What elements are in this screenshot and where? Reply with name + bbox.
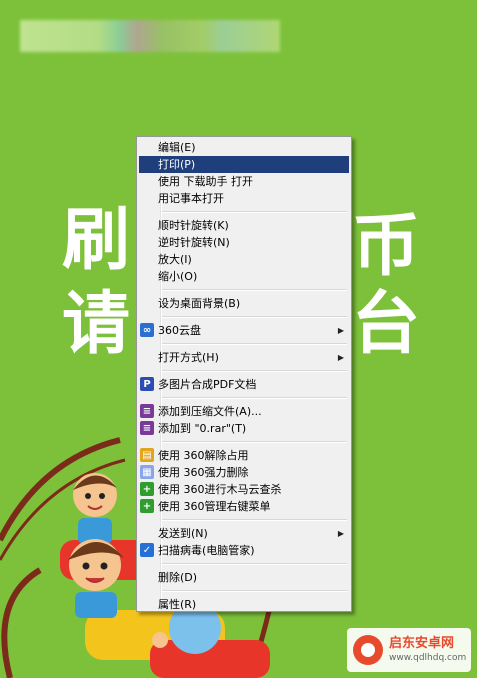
menu-item-label: 使用 360管理右键菜单 bbox=[158, 500, 271, 513]
menu-item-label: 360云盘 bbox=[158, 324, 201, 337]
menu-item[interactable]: 属性(R) bbox=[139, 596, 349, 613]
context-menu: 编辑(E) 打印(P) 使用 下载助手 打开 用记事本打开 顺时针旋转(K) 逆时针旋转(… bbox=[136, 136, 352, 612]
watermark-url: www.qdlhdq.com bbox=[389, 653, 467, 663]
shred-icon: ▦ bbox=[140, 465, 154, 479]
menu-item-label: 打开方式(H) bbox=[158, 351, 219, 364]
archive-icon: ≡ bbox=[140, 404, 154, 418]
menu-item[interactable]: ∞ 360云盘 ▶ bbox=[139, 322, 349, 339]
bg-char-4: 台 bbox=[352, 285, 421, 364]
menu-item-label: 使用 360解除占用 bbox=[158, 449, 249, 462]
menu-item[interactable]: 编辑(E) bbox=[139, 139, 349, 156]
menu-item-label: 打印(P) bbox=[158, 158, 196, 171]
menu-item[interactable]: ✓ 扫描病毒(电脑管家) bbox=[139, 542, 349, 559]
menu-item-label: 设为桌面背景(B) bbox=[158, 297, 241, 310]
menu-item[interactable]: ▤ 使用 360解除占用 bbox=[139, 447, 349, 464]
menu-item[interactable]: 删除(D) bbox=[139, 569, 349, 586]
menu-separator bbox=[161, 590, 347, 592]
site-logo-icon bbox=[353, 635, 383, 665]
menu-item-label: 编辑(E) bbox=[158, 141, 196, 154]
blurred-banner bbox=[20, 20, 280, 52]
menu-item[interactable]: 使用 下载助手 打开 bbox=[139, 173, 349, 190]
menu-item[interactable]: ≡ 添加到 "0.rar"(T) bbox=[139, 420, 349, 437]
menu-item[interactable]: ▦ 使用 360强力删除 bbox=[139, 464, 349, 481]
menu-item[interactable]: 打开方式(H) ▶ bbox=[139, 349, 349, 366]
unlock-icon: ▤ bbox=[140, 448, 154, 462]
menu-separator bbox=[161, 519, 347, 521]
menu-separator bbox=[161, 370, 347, 372]
menu-separator bbox=[161, 397, 347, 399]
menu-item[interactable]: 逆时针旋转(N) bbox=[139, 234, 349, 251]
menu-item-label: 属性(R) bbox=[158, 598, 197, 611]
pdf-icon: P bbox=[140, 377, 154, 391]
submenu-arrow-icon: ▶ bbox=[337, 326, 344, 335]
bg-char-2: 币 bbox=[352, 207, 421, 286]
menu-item-label: 发送到(N) bbox=[158, 527, 208, 540]
bg-char-1: 刷 bbox=[62, 201, 131, 280]
menu-item-label: 添加到 "0.rar"(T) bbox=[158, 422, 247, 435]
menu-item[interactable]: 打印(P) bbox=[139, 156, 349, 173]
submenu-arrow-icon: ▶ bbox=[337, 353, 344, 362]
menu-item[interactable]: 用记事本打开 bbox=[139, 190, 349, 207]
menu-item-label: 删除(D) bbox=[158, 571, 198, 584]
menu-item-label: 添加到压缩文件(A)... bbox=[158, 405, 262, 418]
menu-item-label: 用记事本打开 bbox=[158, 192, 224, 205]
menu-item-label: 缩小(O) bbox=[158, 270, 198, 283]
menu-item[interactable]: ≡ 添加到压缩文件(A)... bbox=[139, 403, 349, 420]
menu-item-label: 使用 360进行木马云查杀 bbox=[158, 483, 282, 496]
cloud-icon: ∞ bbox=[140, 323, 154, 337]
menu-item-label: 扫描病毒(电脑管家) bbox=[158, 544, 255, 557]
shield-plus-icon: + bbox=[140, 482, 154, 496]
shield-plus-icon: + bbox=[140, 499, 154, 513]
watermark-title: 启东安卓网 bbox=[389, 636, 455, 651]
menu-separator bbox=[161, 289, 347, 291]
submenu-arrow-icon: ▶ bbox=[337, 529, 344, 538]
menu-item[interactable]: 放大(I) bbox=[139, 251, 349, 268]
menu-separator bbox=[161, 316, 347, 318]
menu-separator bbox=[161, 441, 347, 443]
menu-item-label: 放大(I) bbox=[158, 253, 192, 266]
menu-item-label: 使用 360强力删除 bbox=[158, 466, 249, 479]
menu-item-label: 使用 下载助手 打开 bbox=[158, 175, 253, 188]
menu-item[interactable]: 发送到(N) ▶ bbox=[139, 525, 349, 542]
menu-item[interactable]: 顺时针旋转(K) bbox=[139, 217, 349, 234]
menu-item[interactable]: + 使用 360进行木马云查杀 bbox=[139, 481, 349, 498]
bg-char-3: 请 bbox=[62, 285, 131, 364]
menu-separator bbox=[161, 211, 347, 213]
site-watermark: 启东安卓网 www.qdlhdq.com bbox=[347, 628, 471, 672]
menu-item-label: 顺时针旋转(K) bbox=[158, 219, 229, 232]
archive-icon: ≡ bbox=[140, 421, 154, 435]
menu-item-label: 逆时针旋转(N) bbox=[158, 236, 230, 249]
antivirus-icon: ✓ bbox=[140, 543, 154, 557]
menu-separator bbox=[161, 563, 347, 565]
menu-item[interactable]: 设为桌面背景(B) bbox=[139, 295, 349, 312]
menu-item[interactable]: 缩小(O) bbox=[139, 268, 349, 285]
menu-item[interactable]: P 多图片合成PDF文档 bbox=[139, 376, 349, 393]
menu-separator bbox=[161, 343, 347, 345]
menu-item-label: 多图片合成PDF文档 bbox=[158, 378, 257, 391]
menu-item[interactable]: + 使用 360管理右键菜单 bbox=[139, 498, 349, 515]
